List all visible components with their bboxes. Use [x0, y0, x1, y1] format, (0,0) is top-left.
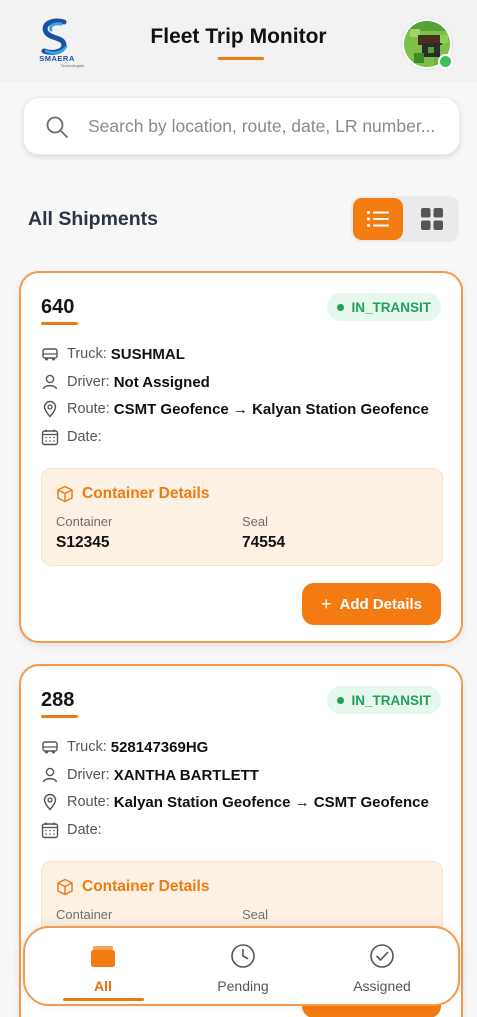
nav-label-assigned: Assigned [353, 978, 411, 994]
search-icon [46, 116, 68, 138]
driver-row: Driver: XANTHA BARTLETT [41, 764, 259, 786]
add-details-button[interactable]: + Add Details [302, 583, 441, 625]
date-label: Date: [67, 822, 102, 838]
status-badge: IN_TRANSIT [327, 686, 441, 714]
section-title: All Shipments [28, 208, 159, 230]
list-view-button[interactable] [353, 198, 403, 240]
bottom-nav: All Pending Assigned [23, 926, 460, 1006]
folder-icon [91, 946, 115, 967]
logo-text: SMAERA [39, 54, 75, 63]
status-dot-icon [337, 696, 345, 704]
route-value: Kalyan Station Geofence → CSMT Geofence [113, 793, 429, 811]
trip-id: 640 [41, 296, 75, 318]
trip-id-underline [41, 322, 78, 325]
active-tab-indicator [63, 998, 144, 1001]
view-toggle [351, 196, 459, 242]
status-text: IN_TRANSIT [351, 692, 431, 708]
logo-subtext: Technologies [60, 63, 84, 68]
driver-row: Driver: Not Assigned [41, 371, 210, 393]
grid-icon [421, 208, 443, 230]
truck-label: Truck: [67, 346, 107, 362]
app-header: SMAERA Technologies Fleet Trip Monitor [0, 0, 477, 82]
date-label: Date: [67, 429, 102, 445]
trip-id: 288 [41, 689, 75, 711]
calendar-icon [41, 822, 59, 839]
plus-icon: + [320, 594, 332, 614]
seal-label: Seal [242, 514, 269, 529]
truck-value: 528147369HG [110, 738, 209, 756]
search-bar[interactable] [23, 97, 460, 155]
container-details-title: Container Details [82, 485, 210, 502]
driver-label: Driver: [67, 374, 110, 390]
truck-row: Truck: 528147369HG [41, 736, 208, 758]
container-label: Container [56, 514, 113, 529]
route-label: Route: [67, 794, 110, 810]
container-label: Container [56, 907, 113, 922]
truck-row: Truck: SUSHMAL [41, 343, 185, 365]
route-row: Route: Kalyan Station Geofence → CSMT Ge… [41, 791, 429, 813]
shipment-card[interactable]: 640 IN_TRANSIT Truck: SUSHMAL Driver: No… [19, 271, 463, 643]
check-circle-icon [370, 944, 394, 968]
status-text: IN_TRANSIT [351, 299, 431, 315]
nav-item-pending[interactable]: Pending [173, 928, 313, 1004]
driver-value: Not Assigned [113, 373, 210, 391]
nav-label-all: All [94, 978, 112, 994]
grid-view-button[interactable] [407, 198, 457, 240]
trip-id-underline [41, 715, 78, 718]
nav-label-pending: Pending [217, 978, 269, 994]
container-value: S12345 [56, 534, 110, 551]
date-row: Date: [41, 819, 106, 841]
container-details-header: Container Details [56, 485, 209, 503]
date-row: Date: [41, 426, 106, 448]
truck-icon [42, 741, 58, 754]
seal-label: Seal [242, 907, 269, 922]
driver-value: XANTHA BARTLETT [113, 766, 259, 784]
location-pin-icon [43, 400, 57, 418]
driver-label: Driver: [67, 767, 110, 783]
truck-label: Truck: [67, 739, 107, 755]
status-badge: IN_TRANSIT [327, 293, 441, 321]
container-details: Container Details Container S12345 Seal … [41, 468, 443, 566]
user-icon [42, 374, 58, 390]
seal-value: 74554 [242, 534, 286, 551]
route-value: CSMT Geofence → Kalyan Station Geofence [113, 400, 429, 418]
status-dot-icon [337, 303, 345, 311]
truck-value: SUSHMAL [110, 345, 185, 363]
truck-icon [42, 348, 58, 361]
calendar-icon [41, 429, 59, 446]
route-label: Route: [67, 401, 110, 417]
container-details-header: Container Details [56, 878, 209, 896]
route-row: Route: CSMT Geofence → Kalyan Station Ge… [41, 398, 429, 420]
user-icon [42, 767, 58, 783]
search-input[interactable] [88, 106, 448, 146]
online-status-dot [438, 54, 453, 69]
nav-item-all[interactable]: All [33, 928, 173, 1004]
box-icon [57, 878, 73, 896]
list-icon [367, 211, 389, 227]
clock-icon [231, 944, 255, 968]
title-underline [218, 57, 264, 60]
nav-item-assigned[interactable]: Assigned [312, 928, 452, 1004]
add-details-label: Add Details [339, 595, 423, 613]
container-details-title: Container Details [82, 878, 210, 895]
box-icon [57, 485, 73, 503]
location-pin-icon [43, 793, 57, 811]
